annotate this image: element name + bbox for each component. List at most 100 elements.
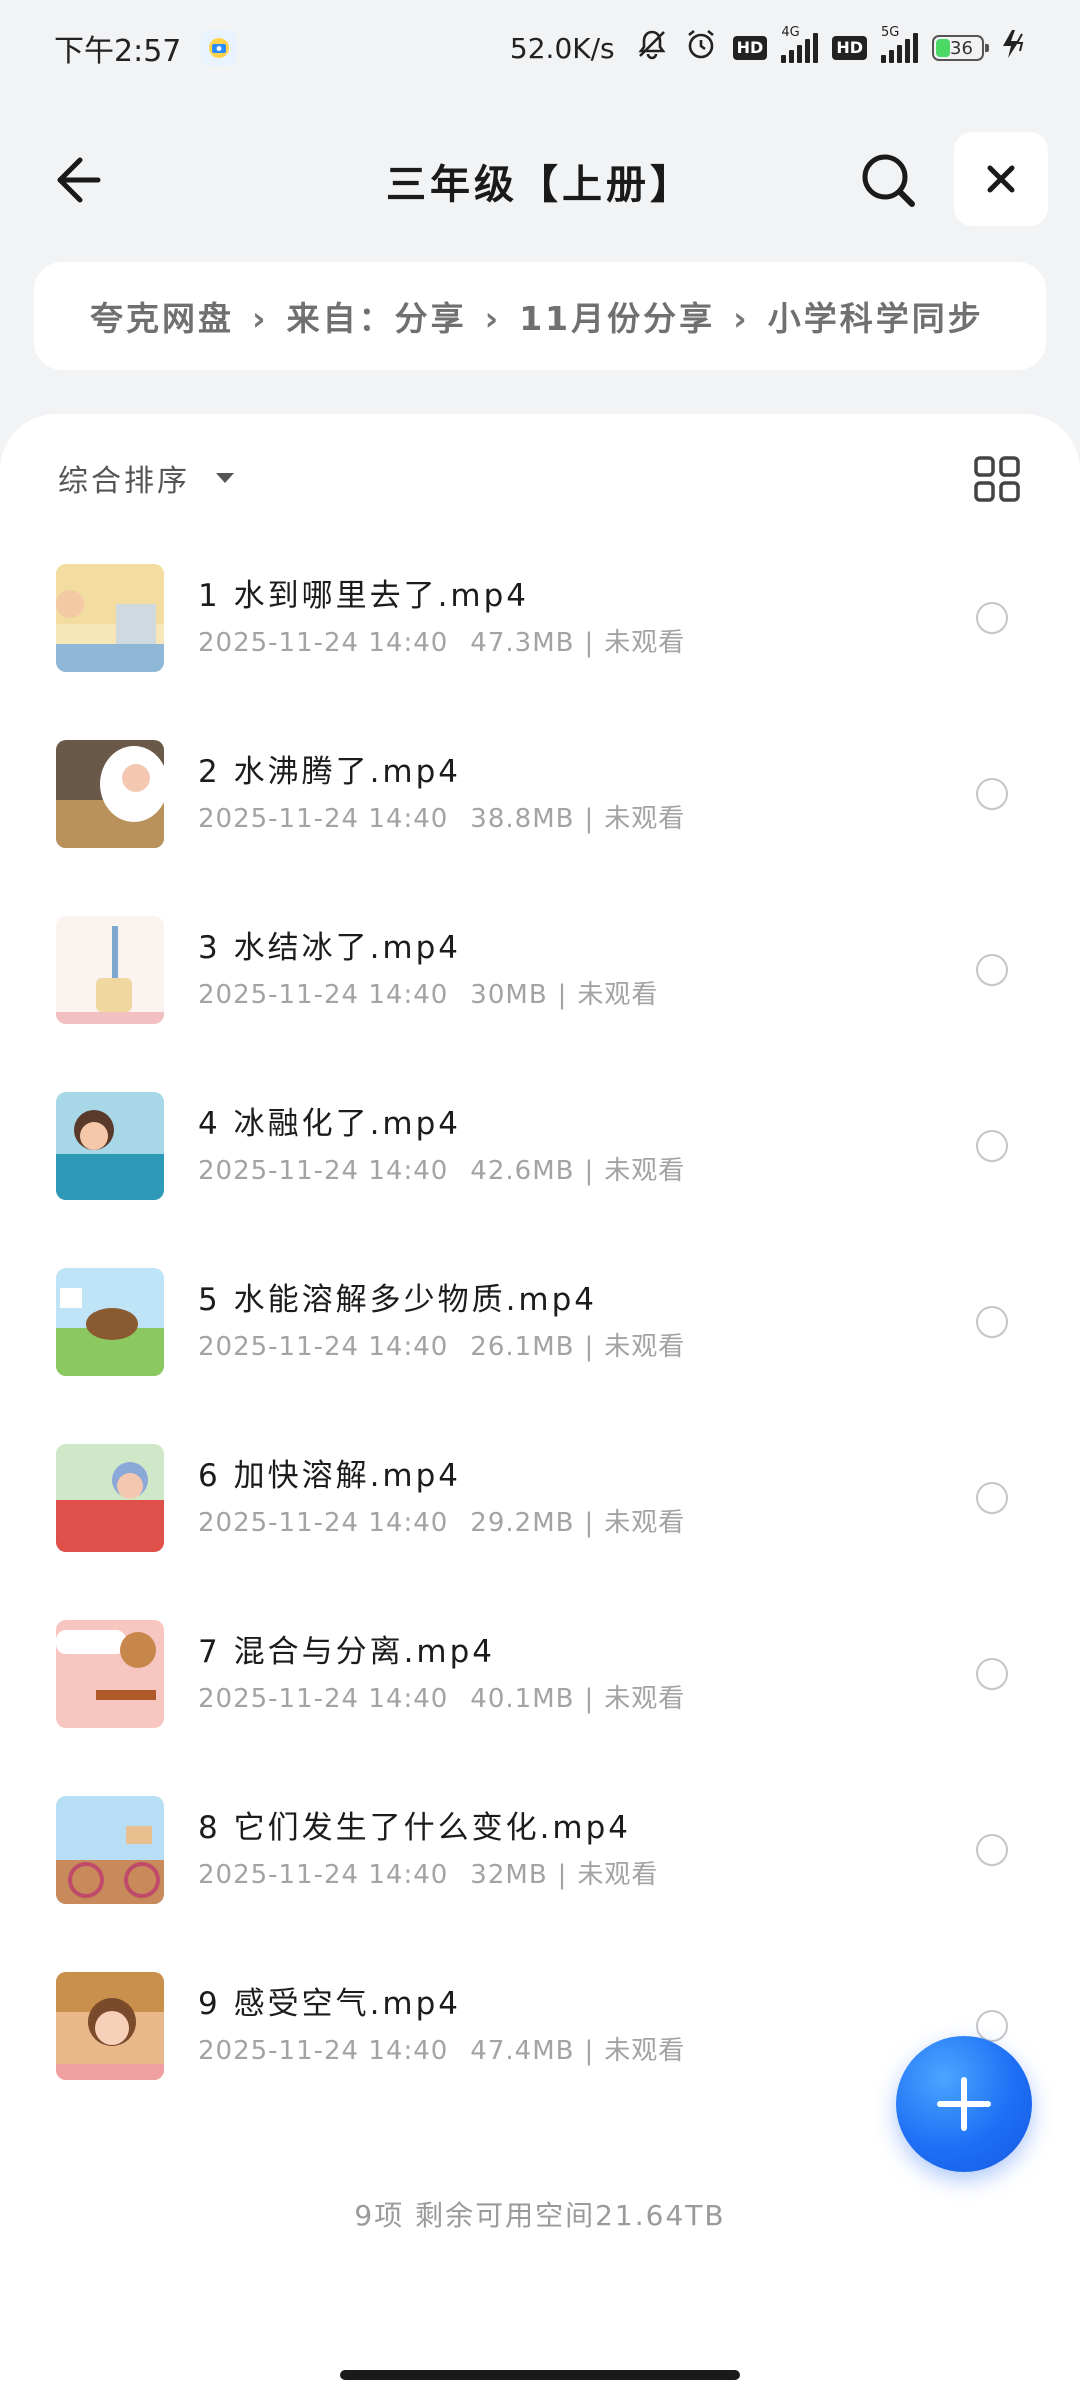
alarm-icon [683,26,719,70]
meta-divider: | [584,628,595,658]
file-size: 38.8MB [470,804,575,834]
select-radio[interactable] [976,1130,1008,1162]
file-date: 2025-11-24 14:40 [198,1332,449,1362]
search-button[interactable] [854,146,922,214]
app-notification-icon [201,30,238,66]
video-thumbnail [56,740,164,848]
video-thumbnail [56,564,164,672]
breadcrumb-item-root[interactable]: 夸克网盘 [90,299,234,338]
status-time: 下午2:57 [54,34,182,69]
file-date: 2025-11-24 14:40 [198,2036,449,2066]
video-thumbnail [56,1972,164,2080]
file-date: 2025-11-24 14:40 [198,1508,449,1538]
meta-divider: | [584,804,595,834]
net-speed: 52.0K/s [509,31,615,65]
file-row[interactable]: 6 加快溶解.mp4 2025-11-24 14:40 29.2MB | 未观看 [0,1444,1080,1620]
file-name: 7 混合与分离.mp4 [198,1634,496,1670]
storage-summary: 9项 剩余可用空间21.64TB [354,2199,726,2232]
file-size: 42.6MB [470,1156,575,1186]
file-name: 4 冰融化了.mp4 [198,1106,462,1142]
signal-icon-2: 5G [881,25,918,63]
file-date: 2025-11-24 14:40 [198,1684,449,1714]
meta-divider: | [557,1860,568,1890]
file-date: 2025-11-24 14:40 [198,1156,449,1186]
file-name: 8 它们发生了什么变化.mp4 [198,1810,632,1846]
add-fab-button[interactable] [896,2036,1032,2172]
breadcrumb-item-source[interactable]: 来自：分享 [287,299,467,338]
file-size: 26.1MB [470,1332,575,1362]
select-radio[interactable] [976,1306,1008,1338]
mute-bell-icon [635,27,669,69]
file-row[interactable]: 5 水能溶解多少物质.mp4 2025-11-24 14:40 26.1MB | 未观… [0,1268,1080,1444]
file-size: 47.4MB [470,2036,575,2066]
chevron-right-icon: › [484,299,502,338]
search-icon [862,154,915,207]
file-date: 2025-11-24 14:40 [198,628,449,658]
file-row[interactable]: 7 混合与分离.mp4 2025-11-24 14:40 40.1MB | 未观看 [0,1620,1080,1796]
meta-divider: | [584,1156,595,1186]
watch-status: 未观看 [604,1684,686,1714]
select-radio[interactable] [976,602,1008,634]
file-date: 2025-11-24 14:40 [198,804,449,834]
file-name: 5 水能溶解多少物质.mp4 [198,1282,598,1318]
breadcrumb: 夸克网盘 › 来自：分享 › 11月份分享 › 小学科学同步 [34,262,1046,370]
close-button[interactable] [954,132,1048,226]
file-name: 1 水到哪里去了.mp4 [198,578,530,614]
home-indicator[interactable] [340,2370,740,2380]
hd-badge-1: HD [732,36,768,60]
caret-down-icon [216,473,234,483]
file-size: 32MB [470,1860,548,1890]
signal-icon-1: 4G [781,25,819,63]
watch-status: 未观看 [604,1156,686,1186]
meta-divider: | [584,1684,595,1714]
file-name: 9 感受空气.mp4 [198,1986,462,2022]
plus-icon [937,2077,991,2131]
file-name: 6 加快溶解.mp4 [198,1458,462,1494]
network-type-1: 4G [781,25,800,40]
file-row[interactable]: 8 它们发生了什么变化.mp4 2025-11-24 14:40 32MB | 未观看 [0,1796,1080,1972]
file-row[interactable]: 3 水结冰了.mp4 2025-11-24 14:40 30MB | 未观看 [0,916,1080,1092]
status-bar: 下午2:57 52.0K/s HD 4G HD 5G 36 [0,0,1080,96]
screen: 下午2:57 52.0K/s HD 4G HD 5G 36 三年级【上册】 夸克… [0,0,1080,2400]
select-radio[interactable] [976,1658,1008,1690]
grid-view-toggle[interactable] [972,454,1022,504]
grid-icon [974,456,1020,502]
meta-divider: | [584,1508,595,1538]
file-date: 2025-11-24 14:40 [198,1860,449,1890]
battery-level: 36 [950,37,973,59]
meta-divider: | [584,1332,595,1362]
sort-dropdown[interactable]: 综合排序 [58,456,234,500]
file-name: 3 水结冰了.mp4 [198,930,462,966]
breadcrumb-item-folder[interactable]: 小学科学同步 [768,299,984,338]
meta-divider: | [557,980,568,1010]
file-meta: 2025-11-24 14:40 40.1MB | 未观看 [198,1678,707,1715]
file-size: 29.2MB [470,1508,575,1538]
watch-status: 未观看 [577,980,659,1010]
file-meta: 2025-11-24 14:40 47.3MB | 未观看 [198,622,707,659]
breadcrumb-item-month[interactable]: 11月份分享 [519,299,715,338]
file-name: 2 水沸腾了.mp4 [198,754,462,790]
select-radio[interactable] [976,1834,1008,1866]
video-thumbnail [56,1620,164,1728]
file-date: 2025-11-24 14:40 [198,980,449,1010]
status-right: 52.0K/s HD 4G HD 5G 36 [509,25,1028,70]
select-radio[interactable] [976,954,1008,986]
select-radio[interactable] [976,1482,1008,1514]
file-row[interactable]: 2 水沸腾了.mp4 2025-11-24 14:40 38.8MB | 未观看 [0,740,1080,916]
breadcrumb-track: 夸克网盘 › 来自：分享 › 11月份分享 › 小学科学同步 [90,292,990,340]
file-meta: 2025-11-24 14:40 30MB | 未观看 [198,974,680,1011]
file-size: 30MB [470,980,548,1010]
file-row[interactable]: 4 冰融化了.mp4 2025-11-24 14:40 42.6MB | 未观看 [0,1092,1080,1268]
file-meta: 2025-11-24 14:40 29.2MB | 未观看 [198,1502,707,1539]
charging-icon [998,28,1028,68]
select-radio[interactable] [976,778,1008,810]
status-left: 下午2:57 [54,26,238,70]
video-thumbnail [56,1444,164,1552]
file-row[interactable]: 1 水到哪里去了.mp4 2025-11-24 14:40 47.3MB | 未观看 [0,564,1080,740]
chevron-right-icon: › [733,299,750,338]
close-icon [987,165,1015,193]
video-thumbnail [56,916,164,1024]
file-size: 40.1MB [470,1684,575,1714]
watch-status: 未观看 [604,1332,686,1362]
file-list: 1 水到哪里去了.mp4 2025-11-24 14:40 47.3MB | 未观看 … [0,564,1080,2148]
